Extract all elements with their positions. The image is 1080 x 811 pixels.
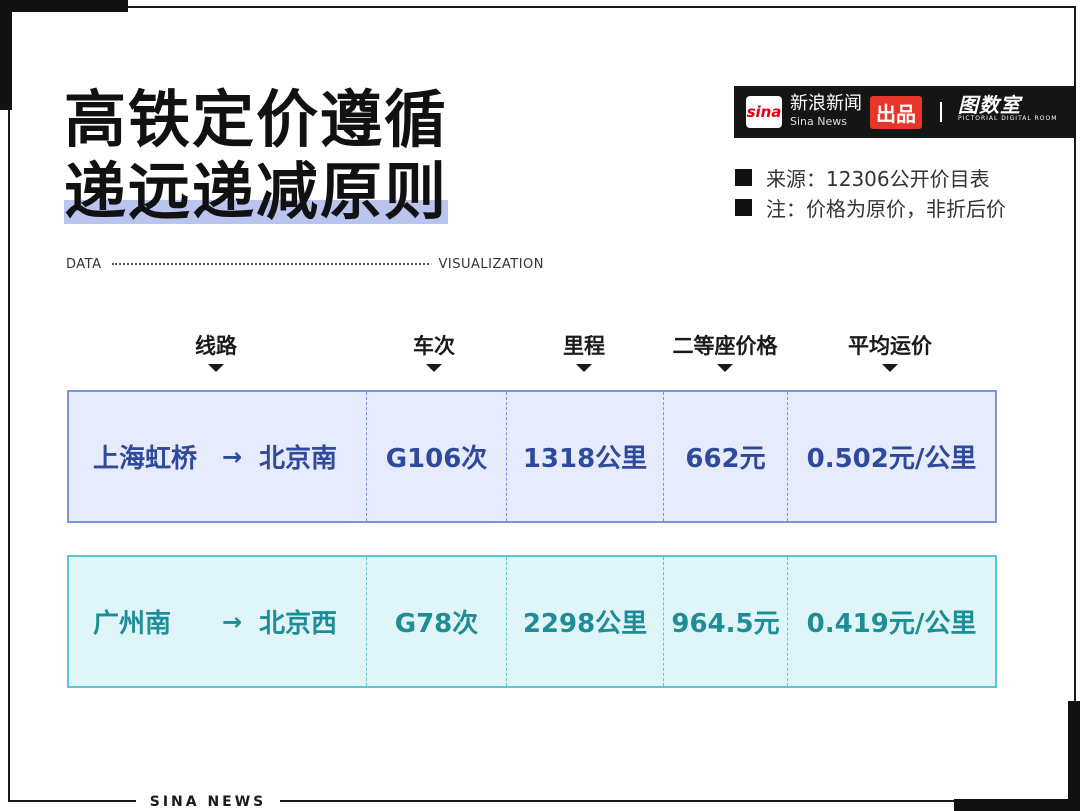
header-distance-label: 里程	[563, 334, 605, 358]
brand-name-en: Sina News	[790, 115, 847, 128]
brand-badge: 出品	[870, 95, 922, 129]
subtitle-row: DATA VISUALIZATION	[66, 255, 544, 273]
partner-name-cn: 图数室	[958, 93, 1021, 117]
distance-cell: 1318公里	[506, 392, 663, 521]
header-route: 线路	[156, 330, 276, 372]
header-price-label: 二等座价格	[672, 334, 778, 358]
caret-down-icon	[576, 364, 592, 372]
caret-down-icon	[426, 364, 442, 372]
frame-corner-bottom-right	[954, 799, 1080, 811]
table-row: 广州南 → 北京西 G78次 2298公里 964.5元 0.419元/公里	[67, 555, 997, 688]
subtitle-dotted-line	[111, 263, 429, 265]
sina-logo-icon: sina	[746, 96, 782, 128]
arrow-right-icon: →	[221, 442, 243, 471]
partner-name-en: PICTORIAL DIGITAL ROOM	[958, 115, 1058, 122]
route-cell: 上海虹桥 → 北京南	[69, 392, 366, 521]
route-to: 北京南	[259, 444, 338, 474]
caret-down-icon	[882, 364, 898, 372]
bullet-square-icon	[735, 168, 752, 186]
partner-logo: 图数室 PICTORIAL DIGITAL ROOM	[958, 93, 1058, 126]
note-price-text: 注：价格为原价，非折后价	[766, 196, 1006, 221]
arrow-right-icon: →	[221, 607, 243, 636]
brand-name: 新浪新闻 Sina News	[790, 94, 862, 130]
note-price: 注：价格为原价，非折后价	[735, 192, 1065, 222]
title-line-2: 递远递减原则	[64, 155, 449, 228]
avg-cell: 0.502元/公里	[787, 392, 995, 521]
notes: 来源：12306公开价目表 注：价格为原价，非折后价	[735, 162, 1065, 222]
title-line-2-text: 递远递减原则	[64, 155, 449, 228]
header-train: 车次	[374, 330, 494, 372]
note-source-text: 来源：12306公开价目表	[766, 166, 990, 191]
distance-cell: 2298公里	[506, 557, 663, 686]
frame-corner-bottom-right-vertical	[1068, 701, 1080, 811]
route-to: 北京西	[259, 609, 338, 639]
bullet-square-icon	[735, 198, 752, 216]
frame-corner-top-left	[0, 0, 128, 12]
price-cell: 964.5元	[663, 557, 787, 686]
header-avg-label: 平均运价	[848, 334, 932, 358]
avg-cell: 0.419元/公里	[787, 557, 995, 686]
route-from: 上海虹桥	[93, 444, 198, 474]
frame-corner-top-left-vertical	[0, 0, 12, 110]
caret-down-icon	[208, 364, 224, 372]
page-title: 高铁定价遵循 递远递减原则	[64, 84, 484, 228]
route-from: 广州南	[93, 609, 172, 639]
train-cell: G106次	[366, 392, 506, 521]
footer-label: SINA NEWS	[149, 794, 267, 810]
header-distance: 里程	[524, 330, 644, 372]
note-source: 来源：12306公开价目表	[735, 162, 1065, 192]
header-train-label: 车次	[413, 334, 455, 358]
brand-separator	[940, 102, 942, 122]
header-price: 二等座价格	[655, 330, 795, 372]
price-cell: 662元	[663, 392, 787, 521]
header-avg: 平均运价	[820, 330, 960, 372]
header-route-label: 线路	[195, 334, 237, 358]
train-cell: G78次	[366, 557, 506, 686]
caret-down-icon	[717, 364, 733, 372]
brand-bar: sina 新浪新闻 Sina News 出品 图数室 PICTORIAL DIG…	[734, 86, 1076, 138]
route-cell: 广州南 → 北京西	[69, 557, 366, 686]
subtitle-left: DATA	[66, 256, 102, 272]
table-row: 上海虹桥 → 北京南 G106次 1318公里 662元 0.502元/公里	[67, 390, 997, 523]
subtitle-right: VISUALIZATION	[438, 256, 544, 272]
title-line-1: 高铁定价遵循	[64, 83, 449, 156]
brand-name-cn: 新浪新闻	[790, 93, 862, 114]
